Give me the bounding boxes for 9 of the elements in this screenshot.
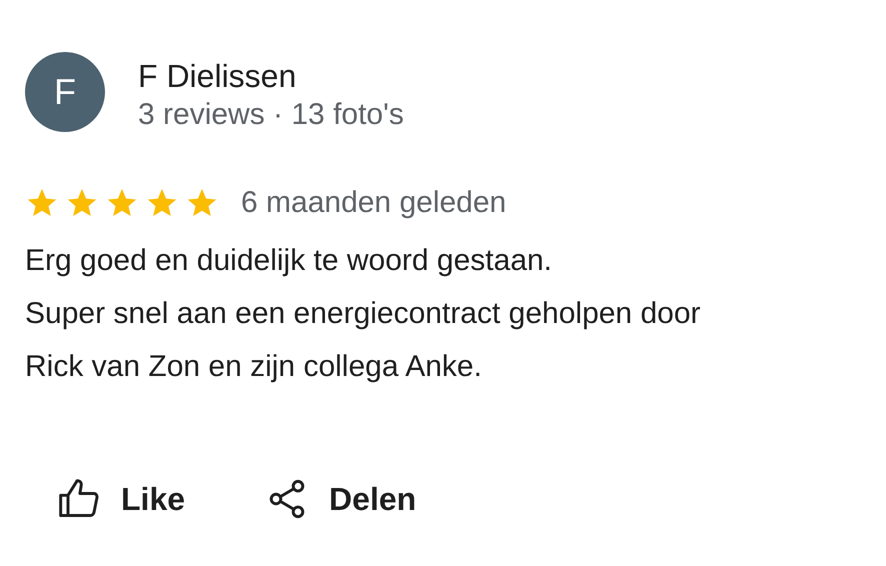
share-button[interactable]: Delen — [253, 471, 428, 527]
review-text: Rick van Zon en zijn collega Anke. — [25, 349, 483, 385]
avatar[interactable]: F — [25, 52, 105, 132]
author-meta: 3 reviews · 13 foto's — [138, 97, 404, 133]
review-text: Erg goed en duidelijk te woord gestaan. — [25, 243, 554, 279]
review-date: 6 maanden geleden — [241, 186, 506, 220]
like-button[interactable]: Like — [45, 471, 198, 527]
author-name[interactable]: F Dielissen — [138, 56, 404, 96]
review-text: Super snel aan een energiecontract geholpen door — [25, 296, 702, 332]
